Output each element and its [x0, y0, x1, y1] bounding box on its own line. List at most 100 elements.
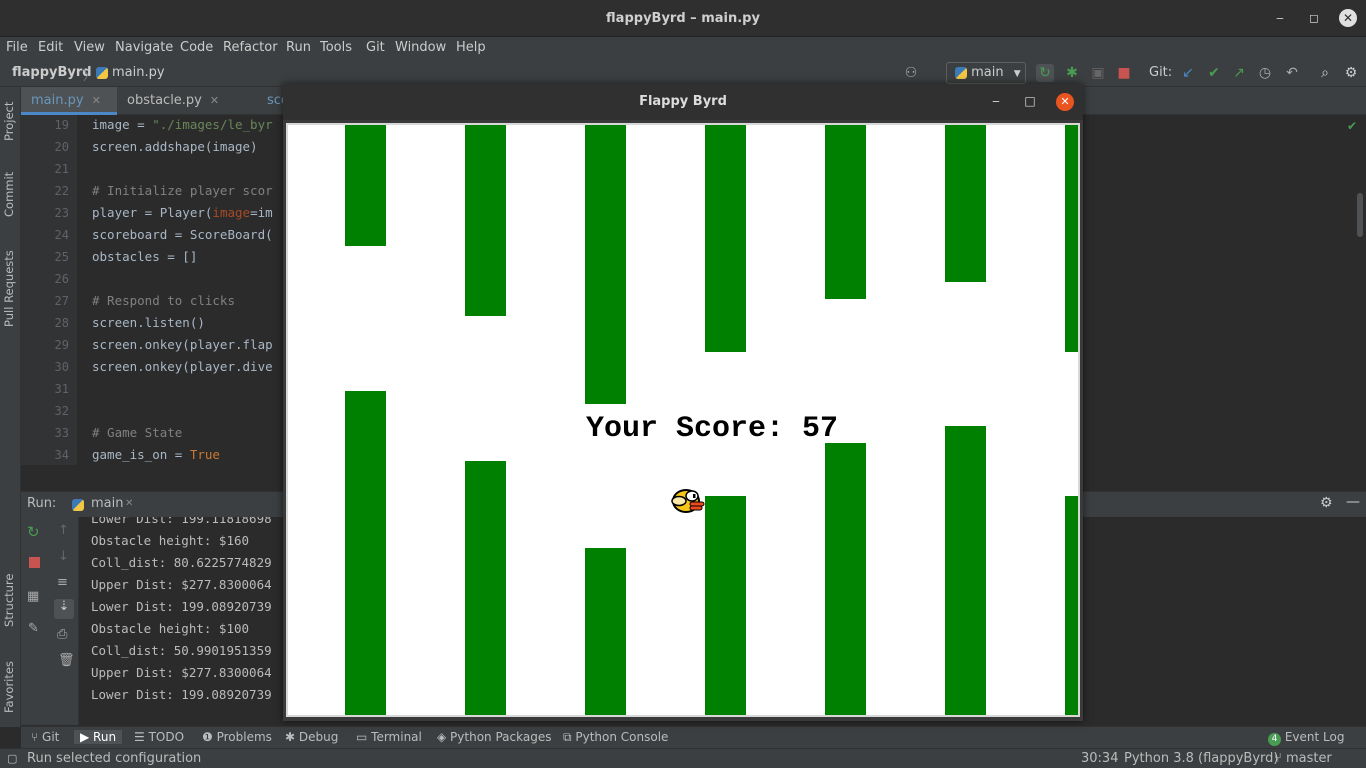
- scroll-thumb[interactable]: [1357, 193, 1363, 237]
- code-token: # Game State: [92, 425, 183, 440]
- pipe-bottom: [825, 443, 866, 715]
- layout-toggle-icon[interactable]: ▢: [7, 752, 17, 765]
- git-push-icon[interactable]: ↗: [1230, 64, 1248, 82]
- run-config-selector[interactable]: main ▼: [946, 62, 1026, 84]
- menu-run[interactable]: Run: [286, 40, 311, 55]
- tool-tab-problems[interactable]: ❶ Problems: [202, 730, 272, 744]
- game-maximize-button[interactable]: □: [1022, 94, 1038, 108]
- tool-tab-debug[interactable]: ✱ Debug: [285, 730, 338, 744]
- hide-icon[interactable]: —: [1346, 494, 1360, 510]
- console-line: Coll_dist: 50.9901951359: [91, 643, 272, 658]
- rerun-icon[interactable]: ↻: [1036, 64, 1054, 82]
- pipe-bottom: [345, 391, 386, 715]
- layout-icon[interactable]: ▦: [27, 589, 39, 604]
- close-icon[interactable]: ✕: [210, 94, 219, 107]
- tool-tab-run[interactable]: ▶ Run: [74, 730, 123, 744]
- close-button[interactable]: ✕: [1339, 9, 1357, 27]
- rollback-icon[interactable]: ↶: [1283, 64, 1301, 82]
- arrow-down-icon[interactable]: ↓: [58, 549, 69, 564]
- trash-icon[interactable]: 🗑: [58, 653, 75, 668]
- menu-file[interactable]: File: [6, 40, 28, 55]
- git-branch-status[interactable]: ⑂ master: [1274, 751, 1332, 766]
- rerun-icon[interactable]: ↻: [27, 523, 40, 541]
- python-interpreter[interactable]: Python 3.8 (flappyByrd): [1124, 751, 1278, 766]
- line-number: 27: [54, 294, 69, 308]
- python-icon: [955, 66, 967, 79]
- git-update-icon[interactable]: ↙: [1179, 64, 1197, 82]
- event-log-tab[interactable]: 4 Event Log: [1268, 730, 1344, 746]
- menu-tools[interactable]: Tools: [320, 40, 352, 55]
- code-line: game_is_on = True: [92, 447, 220, 462]
- menu-code[interactable]: Code: [180, 40, 213, 55]
- tool-tab-structure[interactable]: Structure: [2, 574, 16, 628]
- run-tab-main[interactable]: main: [91, 496, 123, 511]
- caret-position[interactable]: 30:34: [1081, 751, 1118, 766]
- soft-wrap-icon[interactable]: ≡: [57, 575, 68, 590]
- console-line: Lower Dist: 199.08920739: [91, 687, 272, 702]
- breadcrumb-project[interactable]: flappyByrd: [12, 65, 92, 80]
- menu-edit[interactable]: Edit: [38, 40, 63, 55]
- tool-tab-commit[interactable]: Commit: [2, 172, 16, 217]
- stop-icon[interactable]: [29, 557, 40, 568]
- print-icon[interactable]: ⎙: [57, 627, 67, 642]
- tab-label: Git: [42, 730, 60, 744]
- tool-tab-pull-requests[interactable]: Pull Requests: [2, 250, 16, 327]
- python-icon: ⧉: [563, 730, 576, 744]
- search-icon[interactable]: ⌕: [1316, 64, 1334, 82]
- code-line: player = Player(image=im: [92, 205, 273, 220]
- tool-tab-favorites[interactable]: Favorites: [2, 661, 16, 713]
- breadcrumb-file[interactable]: main.py: [112, 65, 165, 80]
- line-number: 30: [54, 360, 69, 374]
- tab-main-py[interactable]: main.py ✕: [21, 87, 117, 115]
- menu-git[interactable]: Git: [366, 40, 385, 55]
- tool-tab-todo[interactable]: ☰ TODO: [134, 730, 184, 744]
- window-title: flappyByrd – main.py: [606, 11, 760, 26]
- line-number: 19: [54, 118, 69, 132]
- tool-tab-project[interactable]: Project: [2, 102, 16, 141]
- pin-icon[interactable]: ✎: [28, 621, 39, 636]
- tab-label: Python Console: [575, 730, 669, 744]
- history-icon[interactable]: ◷: [1256, 64, 1274, 82]
- game-canvas[interactable]: Your Score: 57: [286, 123, 1080, 717]
- line-number: 33: [54, 426, 69, 440]
- git-commit-icon[interactable]: ✔: [1205, 64, 1223, 82]
- menu-navigate[interactable]: Navigate: [115, 40, 173, 55]
- game-window[interactable]: Flappy Byrd ‒ □ ✕ Your Score: 57: [283, 84, 1083, 721]
- tool-tab-python-packages[interactable]: ◈ Python Packages: [437, 730, 551, 744]
- chevron-down-icon: ▼: [1013, 69, 1021, 79]
- close-icon[interactable]: ✕: [92, 94, 101, 107]
- check-icon: ✔: [1347, 119, 1358, 133]
- tab-label: Python Packages: [450, 730, 552, 744]
- game-window-title: Flappy Byrd: [639, 94, 727, 109]
- close-icon[interactable]: ✕: [125, 498, 133, 509]
- game-close-button[interactable]: ✕: [1056, 93, 1074, 111]
- settings-icon[interactable]: ⚙: [1320, 495, 1333, 511]
- tool-tab-python-console[interactable]: ⧉ Python Console: [563, 730, 668, 745]
- stop-icon[interactable]: ■: [1115, 64, 1133, 82]
- run-toolbar: ↻ ▦ ✎: [21, 517, 49, 725]
- code-token: # Initialize player scor: [92, 183, 273, 198]
- menu-help[interactable]: Help: [456, 40, 486, 55]
- coverage-icon[interactable]: ▣: [1089, 64, 1107, 82]
- debug-icon[interactable]: ✱: [1063, 64, 1081, 82]
- run-toolbar-secondary: ↑ ↓ ≡ ⇣ ⎙ 🗑: [49, 517, 79, 725]
- editor-scrollbar[interactable]: ✔: [1344, 115, 1366, 465]
- pipe-bottom: [465, 461, 506, 715]
- user-icon[interactable]: ⚇: [902, 64, 920, 82]
- tab-obstacle-py[interactable]: obstacle.py ✕: [117, 87, 257, 115]
- tab-label: Event Log: [1284, 730, 1345, 744]
- scroll-to-end-icon[interactable]: ⇣: [54, 599, 74, 619]
- tool-tab-git[interactable]: ⑂ Git: [31, 730, 59, 744]
- tool-tab-terminal[interactable]: ▭ Terminal: [356, 730, 422, 744]
- maximize-button[interactable]: ◻: [1305, 9, 1323, 27]
- minimize-button[interactable]: ‒: [1271, 9, 1289, 27]
- menu-refactor[interactable]: Refactor: [223, 40, 278, 55]
- window-titlebar: flappyByrd – main.py ‒ ◻ ✕: [0, 0, 1366, 37]
- git-label: Git:: [1149, 65, 1173, 80]
- settings-icon[interactable]: ⚙: [1342, 64, 1360, 82]
- game-minimize-button[interactable]: ‒: [988, 94, 1004, 108]
- menu-window[interactable]: Window: [395, 40, 446, 55]
- game-window-titlebar[interactable]: Flappy Byrd ‒ □ ✕: [283, 84, 1083, 120]
- arrow-up-icon[interactable]: ↑: [58, 523, 69, 538]
- menu-view[interactable]: View: [74, 40, 105, 55]
